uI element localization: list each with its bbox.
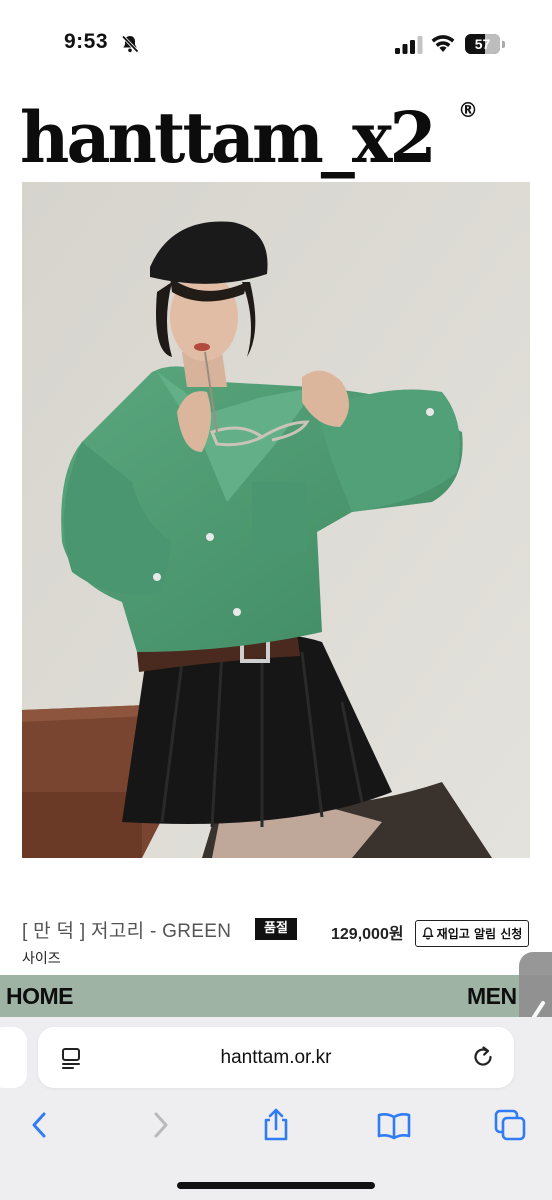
- home-indicator: [177, 1182, 375, 1189]
- soldout-badge: 품절: [255, 918, 297, 940]
- reload-icon[interactable]: [470, 1044, 496, 1070]
- previous-tab-peek[interactable]: [0, 1027, 27, 1088]
- tabs-button[interactable]: [490, 1105, 530, 1145]
- bell-slash-icon: [121, 35, 139, 53]
- book-icon: [377, 1113, 411, 1140]
- registered-mark: ®: [458, 98, 478, 122]
- browser-toolbar: hanttam.or.kr: [0, 1017, 552, 1200]
- product-photo[interactable]: [22, 182, 530, 858]
- tabs-icon: [494, 1109, 526, 1141]
- logo-text: hanttam_x2: [20, 96, 437, 179]
- chevron-right-icon: [154, 1112, 168, 1138]
- status-time: 9:53: [64, 30, 109, 53]
- model-photo-illustration: [22, 182, 530, 858]
- battery-indicator: 57: [465, 34, 505, 54]
- cellular-signal-icon: [395, 36, 423, 54]
- battery-percent-label: 57: [474, 36, 491, 52]
- forward-button[interactable]: [140, 1105, 180, 1145]
- restock-alert-button[interactable]: 재입고 알림 신청: [415, 920, 529, 947]
- site-nav-bar: HOME MEN: [0, 975, 552, 1017]
- bookmarks-button[interactable]: [374, 1105, 414, 1145]
- share-button[interactable]: [256, 1105, 296, 1145]
- nav-menu-link[interactable]: MEN: [467, 983, 517, 1010]
- restock-button-label: 재입고 알림 신청: [436, 927, 523, 941]
- product-price: 129,000원: [331, 926, 404, 943]
- chevron-left-icon: [32, 1112, 46, 1138]
- url-text: hanttam.or.kr: [220, 1047, 332, 1068]
- share-icon: [264, 1108, 288, 1141]
- back-button[interactable]: [20, 1105, 60, 1145]
- nav-home-link[interactable]: HOME: [6, 983, 74, 1010]
- bell-icon: [422, 927, 434, 940]
- brand-logo[interactable]: hanttam_x2 ®: [20, 96, 478, 179]
- wifi-icon: [431, 35, 455, 52]
- status-bar: 9:53 57: [0, 0, 552, 90]
- product-name[interactable]: [ 만 덕 ] 저고리 - GREEN: [22, 916, 231, 943]
- size-label: 사이즈: [22, 951, 61, 967]
- address-bar[interactable]: hanttam.or.kr: [38, 1027, 514, 1088]
